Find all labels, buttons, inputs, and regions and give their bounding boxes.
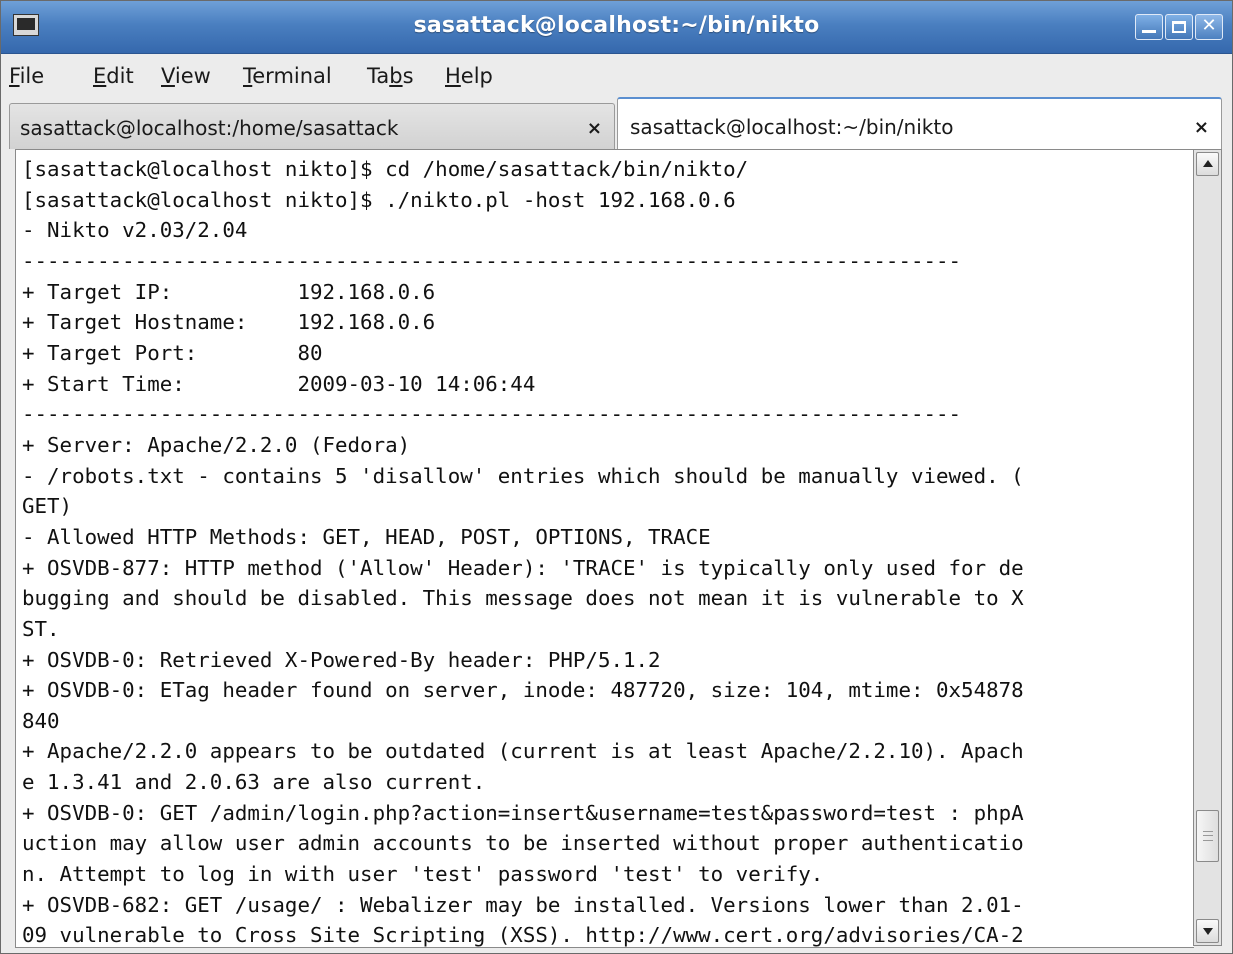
terminal-line: [sasattack@localhost nikto]$ ./nikto.pl …: [22, 187, 736, 212]
window-title: sasattack@localhost:~/bin/nikto: [413, 13, 820, 38]
terminal-line: + Start Time: 2009-03-10 14:06:44: [22, 371, 536, 396]
menu-edit-mnemonic: E: [93, 64, 107, 88]
terminal-line: + OSVDB-0: ETag header found on server, …: [22, 678, 1024, 703]
vertical-scrollbar[interactable]: [1193, 149, 1222, 946]
menu-tabs[interactable]: Tabs: [367, 64, 414, 88]
scroll-trough[interactable]: [1196, 178, 1219, 917]
tab-bar: sasattack@localhost:/home/sasattack × sa…: [9, 97, 1224, 149]
terminal-line: uction may allow user admin accounts to …: [22, 831, 1024, 856]
terminal-line: + Target Hostname: 192.168.0.6: [22, 310, 436, 335]
menu-edit-label: dit: [106, 64, 134, 88]
maximize-button[interactable]: [1165, 14, 1193, 40]
terminal-line: + OSVDB-0: GET /admin/login.php?action=i…: [22, 800, 1024, 825]
tab-close-icon[interactable]: ×: [587, 118, 602, 139]
menu-help[interactable]: Help: [445, 64, 493, 88]
menu-tabs-label: s: [402, 64, 414, 88]
menu-terminal-label: erminal: [252, 64, 332, 88]
terminal-line: 09 vulnerable to Cross Site Scripting (X…: [22, 923, 1024, 948]
close-button[interactable]: ✕: [1195, 14, 1223, 40]
terminal-line: bugging and should be disabled. This mes…: [22, 586, 1024, 611]
menu-terminal[interactable]: Terminal: [243, 64, 332, 88]
tab-bin-nikto[interactable]: sasattack@localhost:~/bin/nikto ×: [617, 97, 1222, 149]
menu-terminal-mnemonic: T: [243, 64, 253, 88]
menu-edit[interactable]: Edit: [93, 64, 134, 88]
terminal-line: [sasattack@localhost nikto]$ cd /home/sa…: [22, 157, 749, 181]
terminal-line: + Server: Apache/2.2.0 (Fedora): [22, 432, 411, 457]
terminal-line: - /robots.txt - contains 5 'disallow' en…: [22, 463, 1024, 488]
menu-help-label: elp: [460, 64, 493, 88]
title-bar[interactable]: sasattack@localhost:~/bin/nikto ✕: [1, 1, 1232, 54]
terminal-line: ST.: [22, 616, 60, 641]
terminal-line: + OSVDB-877: HTTP method ('Allow' Header…: [22, 555, 1024, 580]
scroll-up-arrow-icon[interactable]: [1196, 152, 1219, 176]
menu-view-mnemonic: V: [161, 64, 175, 88]
terminal-line: - Nikto v2.03/2.04: [22, 218, 248, 243]
tab-label: sasattack@localhost:/home/sasattack: [20, 116, 399, 140]
terminal-line: - Allowed HTTP Methods: GET, HEAD, POST,…: [22, 524, 711, 549]
close-icon: ✕: [1201, 15, 1217, 36]
maximize-icon: [1172, 21, 1186, 33]
terminal-line: + Target IP: 192.168.0.6: [22, 279, 436, 304]
terminal-line: + Apache/2.2.0 appears to be outdated (c…: [22, 739, 1024, 764]
menu-tabs-prefix: Ta: [367, 64, 390, 88]
grip-icon: [1203, 831, 1213, 842]
terminal-line: ----------------------------------------…: [22, 402, 962, 427]
terminal-line: 840: [22, 708, 60, 733]
scroll-thumb[interactable]: [1196, 810, 1219, 862]
terminal-output[interactable]: [sasattack@localhost nikto]$ cd /home/sa…: [15, 149, 1194, 948]
tab-label: sasattack@localhost:~/bin/nikto: [630, 115, 954, 139]
terminal-line: n. Attempt to log in with user 'test' pa…: [22, 862, 824, 887]
menu-view[interactable]: View: [161, 64, 211, 88]
menu-file-label: ile: [19, 64, 45, 88]
menu-tabs-mnemonic: b: [389, 64, 403, 88]
terminal-window: sasattack@localhost:~/bin/nikto ✕ File E…: [0, 0, 1233, 954]
tab-close-icon[interactable]: ×: [1194, 117, 1209, 138]
terminal-line: GET): [22, 494, 73, 519]
tab-home-sasattack[interactable]: sasattack@localhost:/home/sasattack ×: [9, 103, 615, 149]
terminal-line: e 1.3.41 and 2.0.63 are also current.: [22, 770, 486, 795]
menu-bar: File Edit View Terminal Tabs Help: [1, 54, 1232, 96]
menu-file[interactable]: File: [9, 64, 44, 88]
minimize-icon: [1142, 30, 1156, 33]
terminal-line: ----------------------------------------…: [22, 248, 962, 273]
menu-view-label: iew: [174, 64, 211, 88]
menu-help-mnemonic: H: [445, 64, 461, 88]
terminal-line: + OSVDB-682: GET /usage/ : Webalizer may…: [22, 892, 1024, 917]
scroll-down-arrow-icon[interactable]: [1196, 919, 1219, 943]
terminal-line: + OSVDB-0: Retrieved X-Powered-By header…: [22, 647, 661, 672]
minimize-button[interactable]: [1135, 14, 1163, 40]
terminal-line: + Target Port: 80: [22, 340, 323, 365]
menu-file-mnemonic: F: [9, 64, 20, 88]
terminal-text: [sasattack@localhost nikto]$ cd /home/sa…: [22, 154, 1024, 948]
